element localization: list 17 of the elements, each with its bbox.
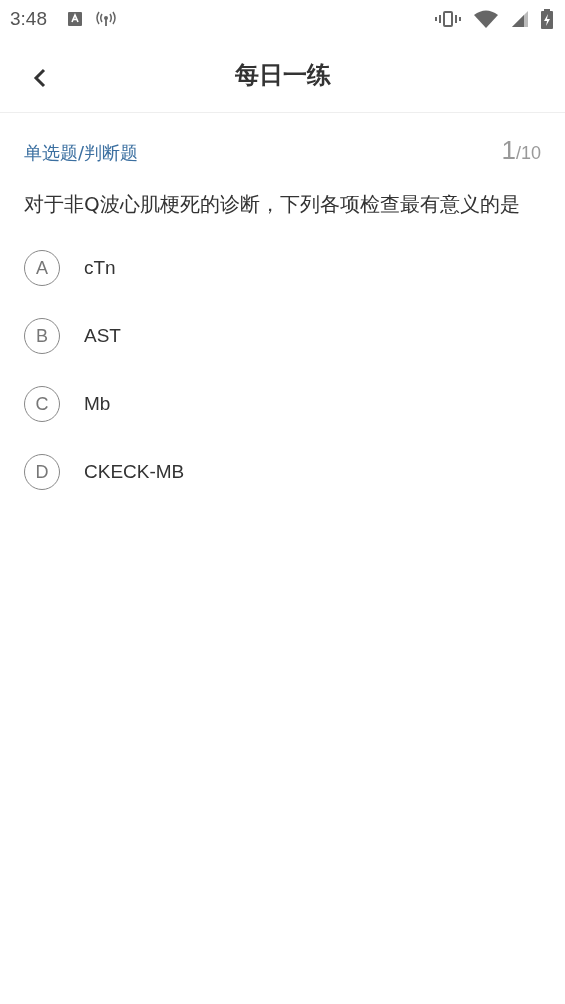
back-icon [32, 66, 48, 90]
question-text: 对于非Q波心肌梗死的诊断，下列各项检查最有意义的是 [24, 191, 521, 218]
keyboard-badge-icon [67, 11, 83, 27]
page-title: 每日一练 [234, 60, 331, 91]
question-number: 1 [501, 135, 516, 166]
wifi-icon [473, 10, 499, 28]
answer-option[interactable]: A cTn [24, 250, 541, 286]
vibrate-icon [435, 11, 461, 27]
question-type: 单选题/判断题 [24, 141, 139, 165]
question-total: /10 [515, 143, 541, 164]
status-time: 3:48 [10, 8, 47, 30]
answer-option[interactable]: B AST [24, 318, 541, 354]
signal-icon [511, 10, 529, 28]
answer-option[interactable]: C Mb [24, 386, 541, 422]
answer-option[interactable]: D CKECK-MB [24, 454, 541, 490]
battery-icon [541, 9, 553, 29]
hotspot-icon [95, 11, 117, 27]
